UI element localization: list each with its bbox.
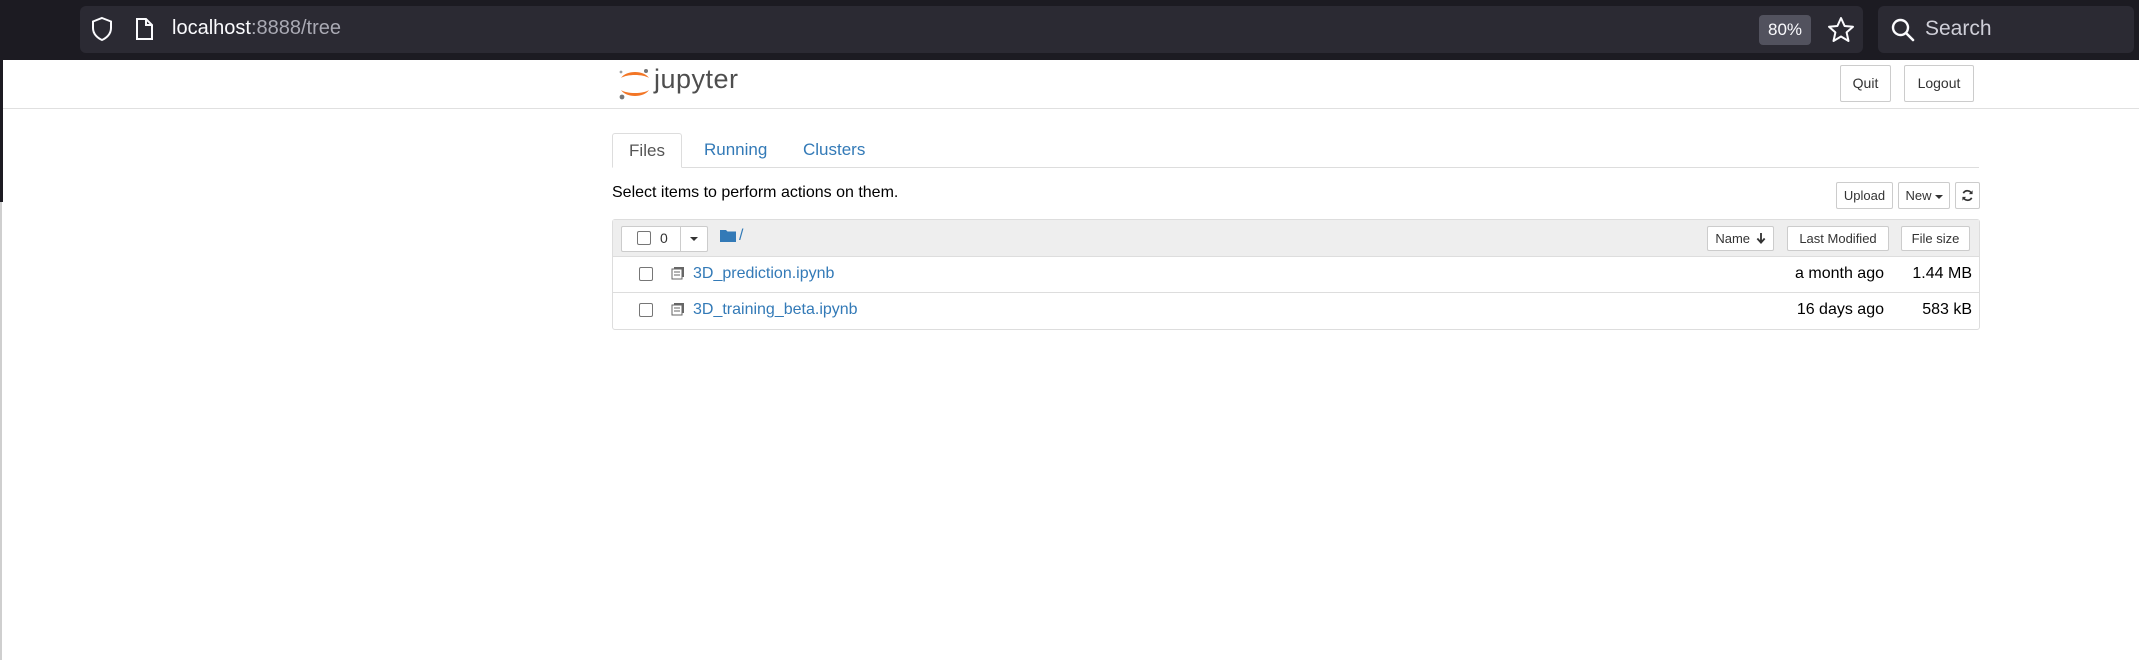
tab-running[interactable]: Running — [688, 133, 783, 168]
search-icon — [1891, 18, 1915, 42]
new-dropdown-button[interactable]: New — [1898, 182, 1950, 209]
window-border — [0, 202, 2, 660]
file-link[interactable]: 3D_prediction.ipynb — [693, 265, 834, 283]
caret-down-icon — [1934, 194, 1943, 199]
bookmark-star-icon[interactable] — [1826, 15, 1856, 45]
logout-button[interactable]: Logout — [1904, 65, 1974, 102]
file-link[interactable]: 3D_training_beta.ipynb — [693, 301, 858, 319]
shield-icon[interactable] — [90, 16, 114, 42]
browser-search-box[interactable] — [1878, 6, 2134, 53]
sort-by-size-button[interactable]: File size — [1901, 226, 1970, 251]
tab-files[interactable]: Files — [612, 133, 682, 168]
new-label: New — [1905, 188, 1932, 203]
row-divider — [613, 292, 1979, 293]
folder-icon[interactable] — [720, 229, 736, 242]
select-group-divider — [680, 226, 681, 252]
row-checkbox[interactable] — [639, 303, 653, 317]
notebook-icon — [671, 267, 684, 280]
select-dropdown-caret-icon[interactable] — [690, 237, 698, 241]
notebook-icon — [671, 303, 684, 316]
page-icon[interactable] — [134, 17, 154, 41]
sort-by-name-button[interactable]: Name — [1707, 226, 1774, 251]
file-modified: a month ago — [1795, 265, 1884, 282]
tab-clusters[interactable]: Clusters — [787, 133, 881, 168]
url-bar[interactable] — [80, 6, 1863, 53]
file-modified: 16 days ago — [1796, 301, 1884, 318]
upload-button[interactable]: Upload — [1836, 182, 1893, 209]
refresh-button[interactable] — [1955, 182, 1980, 209]
quit-button[interactable]: Quit — [1840, 65, 1891, 102]
url-text[interactable]: localhost:8888/tree — [172, 17, 341, 40]
select-all-checkbox[interactable] — [637, 231, 651, 245]
file-list-header — [613, 220, 1979, 257]
file-size: 1.44 MB — [1912, 265, 1972, 282]
name-column-label: Name — [1715, 231, 1751, 246]
jupyter-logo-icon[interactable] — [615, 66, 655, 102]
selected-count: 0 — [660, 230, 668, 246]
zoom-level-badge[interactable]: 80% — [1759, 15, 1811, 45]
breadcrumb-root[interactable]: / — [739, 227, 743, 245]
selection-hint: Select items to perform actions on them. — [612, 184, 899, 201]
refresh-icon — [1962, 189, 1973, 202]
arrow-down-icon — [1756, 233, 1766, 245]
search-placeholder: Search — [1925, 17, 1992, 40]
sort-by-modified-button[interactable]: Last Modified — [1787, 226, 1889, 251]
row-checkbox[interactable] — [639, 267, 653, 281]
jupyter-header — [3, 60, 2139, 109]
jupyter-logo-text[interactable]: jupyter — [654, 64, 739, 95]
file-size: 583 kB — [1922, 301, 1972, 318]
